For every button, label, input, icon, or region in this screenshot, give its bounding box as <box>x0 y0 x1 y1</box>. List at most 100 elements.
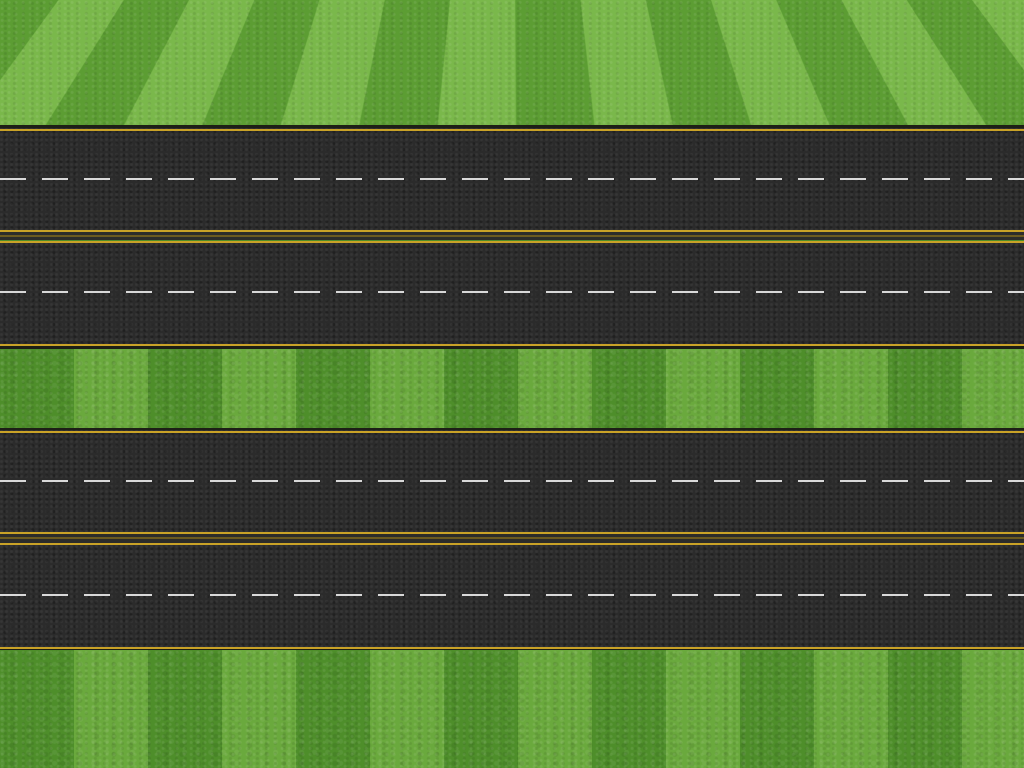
lane-dash <box>84 178 110 180</box>
lane-dash <box>840 291 866 293</box>
lane-dash <box>168 291 194 293</box>
grass-field-middle <box>0 349 1024 429</box>
lane-dash <box>630 594 656 596</box>
lane-dash <box>882 291 908 293</box>
lane-dash <box>0 178 26 180</box>
lane-dash <box>504 594 530 596</box>
lane-dash <box>462 291 488 293</box>
lane-dash <box>756 480 782 482</box>
lane-dash <box>462 178 488 180</box>
upper-carriageway-south <box>0 243 1024 345</box>
lane-dash <box>588 594 614 596</box>
upper-lane-divider-south <box>0 291 1024 294</box>
lane-dash <box>630 480 656 482</box>
upper-lane-divider-north <box>0 178 1024 181</box>
lane-dash <box>504 291 530 293</box>
lane-dash <box>714 594 740 596</box>
lane-dash <box>882 594 908 596</box>
lane-dash <box>966 594 992 596</box>
lane-dash <box>378 291 404 293</box>
lane-dash <box>588 480 614 482</box>
lane-dash <box>84 480 110 482</box>
lane-dash <box>798 594 824 596</box>
lane-dash <box>336 291 362 293</box>
upper-edge-line <box>0 129 1024 131</box>
lane-dash <box>924 291 950 293</box>
lane-dash <box>42 178 68 180</box>
lane-dash <box>294 178 320 180</box>
lane-dash <box>546 594 572 596</box>
lane-dash <box>882 480 908 482</box>
lane-dash <box>672 291 698 293</box>
lane-dash <box>840 480 866 482</box>
lane-dash <box>42 594 68 596</box>
lane-dash <box>966 178 992 180</box>
lane-dash <box>504 480 530 482</box>
lane-dash <box>294 291 320 293</box>
lane-dash <box>1008 480 1024 482</box>
lane-dash <box>588 291 614 293</box>
lane-dash <box>168 594 194 596</box>
lane-dash <box>378 594 404 596</box>
lane-dash <box>840 594 866 596</box>
lane-dash <box>252 480 278 482</box>
lane-dash <box>840 178 866 180</box>
lane-dash <box>798 291 824 293</box>
lane-dash <box>168 178 194 180</box>
lane-dash <box>336 594 362 596</box>
lane-dash <box>378 178 404 180</box>
lane-dash <box>756 594 782 596</box>
lane-dash <box>924 594 950 596</box>
lane-dash <box>1008 594 1024 596</box>
lane-dash <box>714 291 740 293</box>
lane-dash <box>420 594 446 596</box>
lane-dash <box>546 480 572 482</box>
lane-dash <box>966 291 992 293</box>
lane-dash <box>462 480 488 482</box>
lane-dash <box>126 178 152 180</box>
lane-dash <box>756 291 782 293</box>
lane-dash <box>504 178 530 180</box>
lane-dash <box>420 291 446 293</box>
lane-dash <box>252 178 278 180</box>
grass-field-top <box>0 0 1024 126</box>
lane-dash <box>756 178 782 180</box>
lane-dash <box>672 594 698 596</box>
lane-dash <box>378 480 404 482</box>
lane-dash <box>210 178 236 180</box>
lane-dash <box>882 178 908 180</box>
lane-dash <box>924 480 950 482</box>
lane-dash <box>84 594 110 596</box>
lane-dash <box>336 178 362 180</box>
lane-dash <box>336 480 362 482</box>
lane-dash <box>546 178 572 180</box>
lane-dash <box>462 594 488 596</box>
lane-dash <box>630 178 656 180</box>
lane-dash <box>294 594 320 596</box>
lane-dash <box>126 480 152 482</box>
lane-dash <box>1008 178 1024 180</box>
lane-dash <box>966 480 992 482</box>
lane-dash <box>420 178 446 180</box>
grass-field-bottom <box>0 650 1024 768</box>
lane-dash <box>126 291 152 293</box>
lower-lane-divider-north <box>0 480 1024 483</box>
lane-dash <box>0 291 26 293</box>
lane-dash <box>420 480 446 482</box>
lane-dash <box>714 480 740 482</box>
lane-dash <box>252 291 278 293</box>
lane-dash <box>546 291 572 293</box>
lower-lane-divider-south <box>0 594 1024 597</box>
lane-dash <box>798 480 824 482</box>
lane-dash <box>630 291 656 293</box>
lane-dash <box>714 178 740 180</box>
lane-dash <box>294 480 320 482</box>
lane-dash <box>1008 291 1024 293</box>
lane-dash <box>84 291 110 293</box>
lane-dash <box>798 178 824 180</box>
lane-dash <box>42 480 68 482</box>
lower-edge-line <box>0 431 1024 433</box>
lane-dash <box>672 480 698 482</box>
lane-dash <box>588 178 614 180</box>
lane-dash <box>42 291 68 293</box>
